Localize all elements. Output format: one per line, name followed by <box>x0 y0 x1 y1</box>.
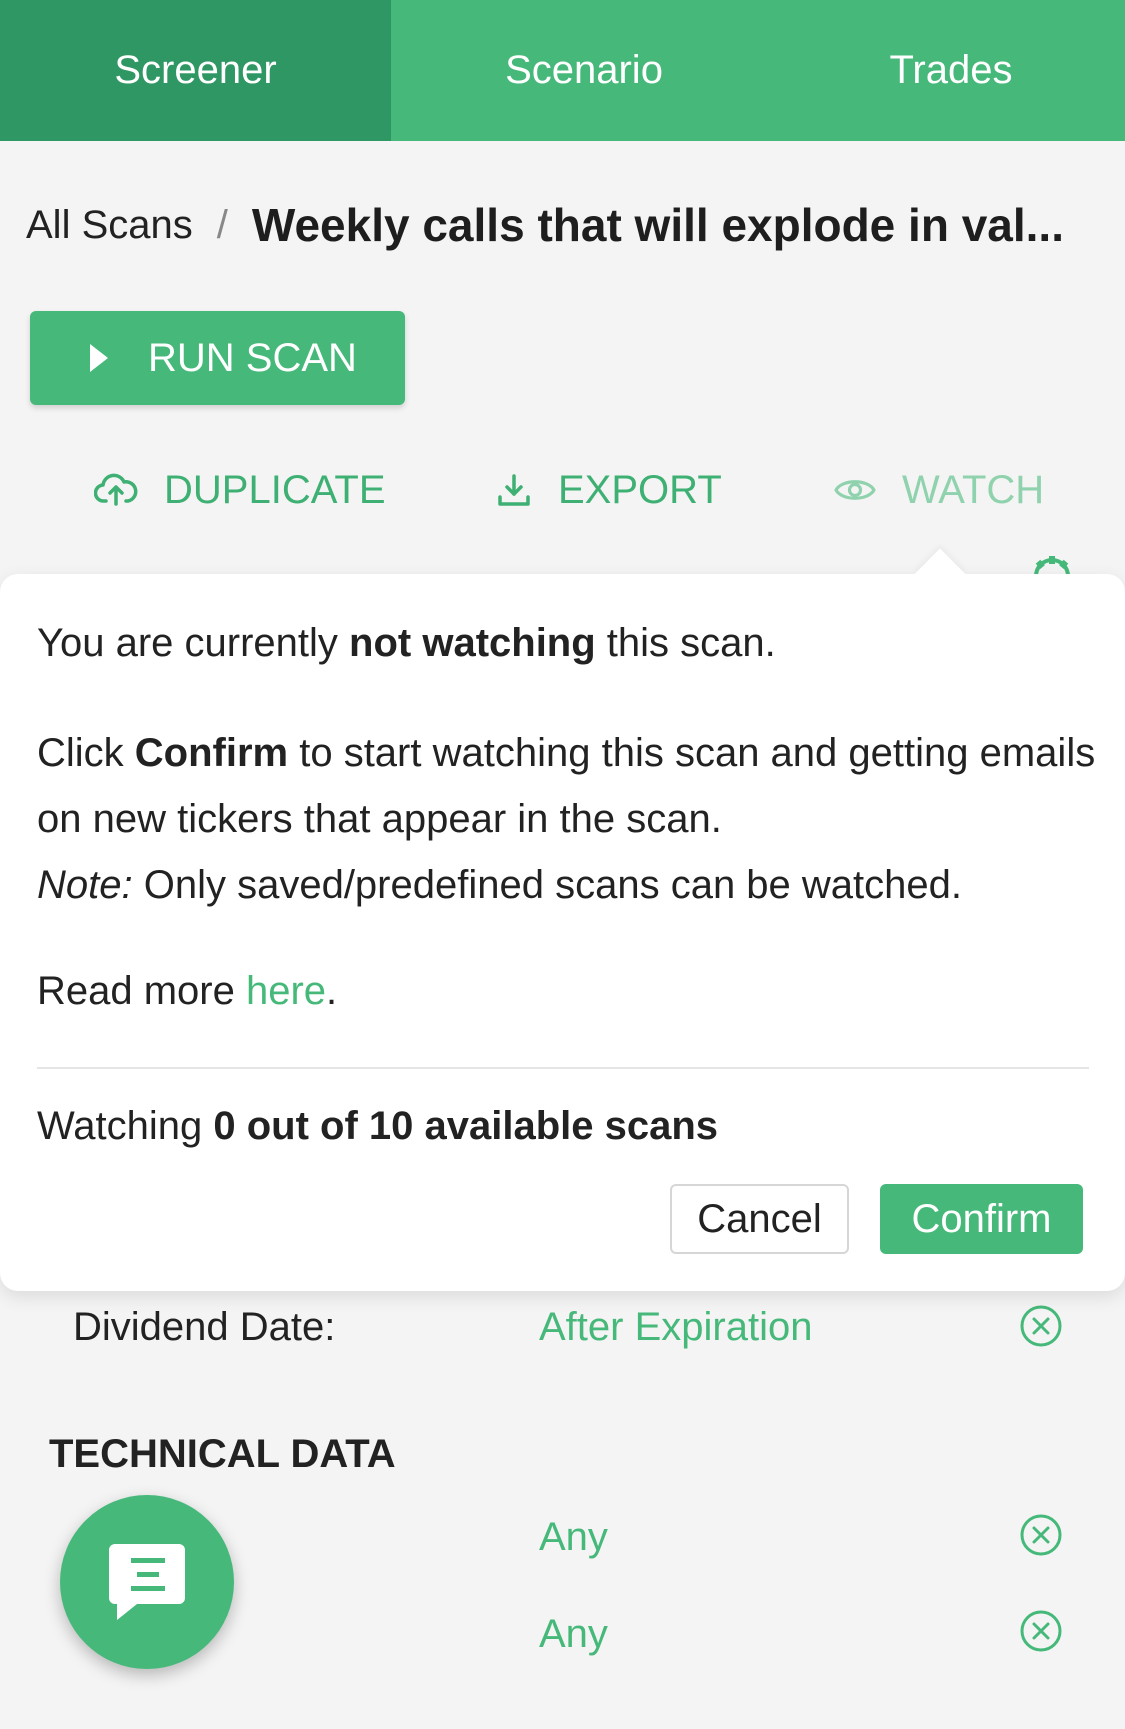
duplicate-label: DUPLICATE <box>164 467 386 512</box>
close-circle-icon[interactable] <box>1019 1513 1063 1557</box>
watch-button[interactable]: WATCH <box>834 462 1044 518</box>
dividend-date-label: Dividend Date: <box>73 1305 336 1349</box>
status-text-bold: not watching <box>349 621 596 665</box>
cloud-upload-icon <box>94 473 138 506</box>
chat-fab-button[interactable] <box>60 1495 234 1669</box>
eye-icon <box>834 480 876 500</box>
instructions-bold: Confirm <box>134 731 289 775</box>
read-more-link[interactable]: here <box>246 969 326 1013</box>
read-more-suffix: . <box>326 969 338 1013</box>
section-title-technical-data: TECHNICAL DATA <box>49 1432 396 1476</box>
play-icon <box>90 344 108 372</box>
watch-instructions-text: Click Confirm to start watching this sca… <box>37 720 1097 918</box>
settings-gear-icon <box>1034 556 1070 576</box>
tab-scenario[interactable]: Scenario <box>391 0 777 141</box>
close-circle-icon[interactable] <box>1019 1304 1063 1348</box>
note-text: Only saved/predefined scans can be watch… <box>132 863 963 907</box>
export-button[interactable]: EXPORT <box>496 462 722 518</box>
technical-filter-value-1[interactable]: Any <box>539 1515 608 1560</box>
dividend-date-value[interactable]: After Expiration <box>539 1305 812 1350</box>
top-tab-bar: Screener Scenario Trades <box>0 0 1125 141</box>
read-more-prefix: Read more <box>37 969 246 1013</box>
read-more-text: Read more here. <box>37 958 1097 1024</box>
technical-filter-value-2[interactable]: Any <box>539 1612 608 1657</box>
cancel-button[interactable]: Cancel <box>670 1184 849 1254</box>
popover-divider <box>37 1067 1089 1069</box>
tab-screener[interactable]: Screener <box>0 0 391 141</box>
instructions-prefix: Click <box>37 731 135 775</box>
duplicate-button[interactable]: DUPLICATE <box>94 462 386 518</box>
chat-icon <box>109 1544 185 1620</box>
run-scan-label: RUN SCAN <box>148 335 357 380</box>
watching-prefix: Watching <box>37 1104 214 1148</box>
tab-trades[interactable]: Trades <box>777 0 1125 141</box>
run-scan-button[interactable]: RUN SCAN <box>30 311 405 405</box>
confirm-button[interactable]: Confirm <box>880 1184 1083 1254</box>
breadcrumb: All Scans / Weekly calls that will explo… <box>26 198 1106 252</box>
export-label: EXPORT <box>558 467 722 512</box>
watching-count: 0 out of 10 available scans <box>213 1104 719 1148</box>
page: Screener Scenario Trades All Scans / Wee… <box>0 0 1125 1729</box>
watch-status-text: You are currently not watching this scan… <box>37 610 1097 676</box>
watch-label: WATCH <box>902 467 1045 512</box>
breadcrumb-all-scans-link[interactable]: All Scans <box>26 203 193 248</box>
close-circle-icon[interactable] <box>1019 1609 1063 1653</box>
note-label: Note: <box>37 863 133 907</box>
watching-count-text: Watching 0 out of 10 available scans <box>37 1093 718 1159</box>
status-text-suffix: this scan. <box>595 621 776 665</box>
page-title: Weekly calls that will explode in val... <box>251 199 1064 251</box>
status-text-prefix: You are currently <box>37 621 350 665</box>
breadcrumb-separator: / <box>216 202 228 247</box>
download-icon <box>498 474 530 506</box>
